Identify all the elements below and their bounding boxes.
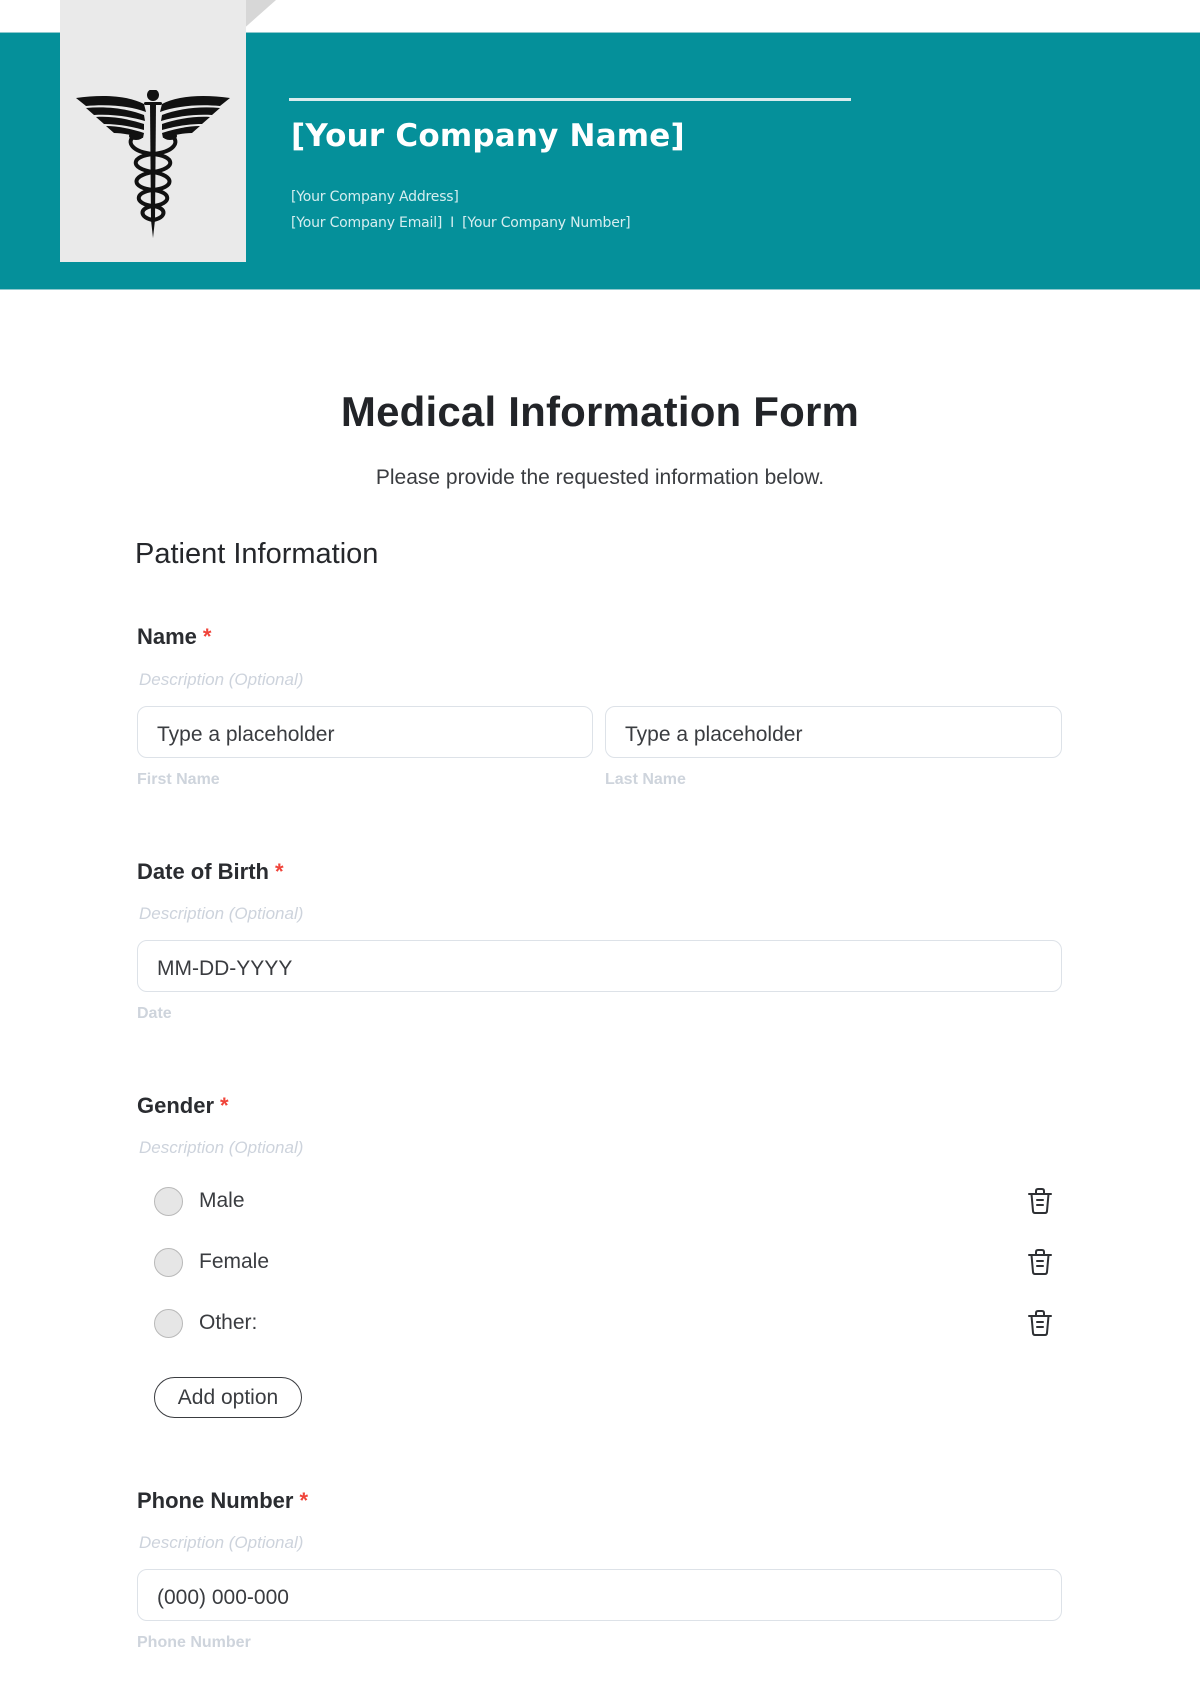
dob-label: Date of Birth * [137,859,284,885]
first-name-placeholder: Type a placeholder [157,723,335,746]
gender-option-other[interactable]: Other: [154,1308,257,1338]
last-name-helper: Last Name [605,771,686,788]
radio-label: Female [199,1250,270,1273]
radio-label: Other: [199,1311,258,1334]
radio-button[interactable] [154,1186,183,1216]
company-address: [Your Company Address] [291,189,459,205]
dob-input[interactable]: MM-DD-YYYY [137,940,1062,992]
phone-label: Phone Number * [137,1488,308,1514]
required-asterisk: * [299,1488,309,1513]
company-name: [Your Company Name] [291,118,685,154]
radio-label: Male [199,1189,245,1212]
company-number: [Your Company Number] [462,215,631,231]
name-description[interactable]: Description (Optional) [139,670,303,690]
dob-placeholder: MM-DD-YYYY [157,957,293,980]
phone-label-text: Phone Number [137,1488,294,1513]
required-asterisk: * [220,1093,229,1118]
trash-icon[interactable] [1027,1248,1053,1276]
dob-label-text: Date of Birth [137,859,269,884]
contact-separator: I [450,215,455,231]
first-name-helper: First Name [137,771,220,788]
gender-label: Gender * [137,1093,229,1119]
phone-input[interactable]: (000) 000-000 [137,1569,1062,1621]
last-name-input[interactable]: Type a placeholder [605,706,1062,758]
gender-description[interactable]: Description (Optional) [139,1138,303,1158]
company-logo [60,0,246,262]
company-contact-line: [Your Company Email] I [Your Company Numbe… [291,215,631,231]
gender-label-text: Gender [137,1093,215,1118]
phone-placeholder: (000) 000-000 [157,1586,289,1609]
radio-button[interactable] [154,1247,183,1277]
dob-helper: Date [137,1005,172,1022]
phone-helper: Phone Number [137,1634,251,1651]
required-asterisk: * [275,859,284,884]
required-asterisk: * [202,624,212,649]
name-label-text: Name [137,624,197,649]
gender-option-female[interactable]: Female [154,1247,269,1277]
header-divider [289,98,851,101]
company-email: [Your Company Email] [291,215,443,231]
section-heading-patient-information: Patient Information [135,538,379,570]
first-name-input[interactable]: Type a placeholder [137,706,593,758]
name-label: Name * [137,624,211,650]
radio-button[interactable] [154,1308,183,1338]
dob-description[interactable]: Description (Optional) [139,904,303,924]
gender-option-male[interactable]: Male [154,1186,245,1216]
add-option-button[interactable]: Add option [154,1377,302,1418]
last-name-placeholder: Type a placeholder [625,723,803,746]
phone-description[interactable]: Description (Optional) [139,1533,303,1553]
caduceus-icon [76,90,230,238]
form-title: Medical Information Form [340,388,860,435]
trash-icon[interactable] [1027,1187,1053,1215]
form-subtitle: Please provide the requested information… [375,466,825,489]
trash-icon[interactable] [1027,1309,1053,1337]
